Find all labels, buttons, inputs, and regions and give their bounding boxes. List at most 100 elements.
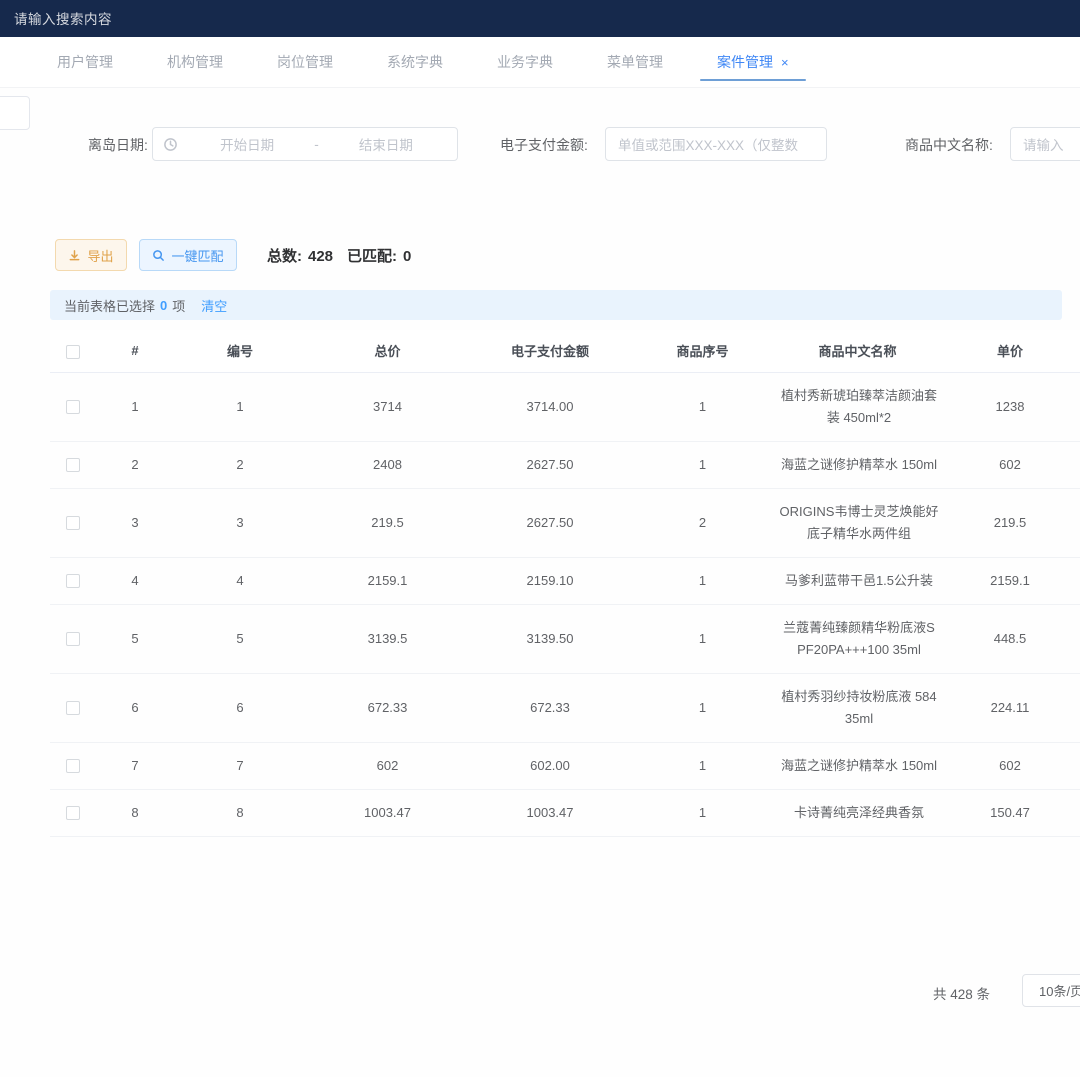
search-icon [152,249,165,262]
table-row: 442159.12159.101马爹利蓝带干邑1.5公升装2159.1 [50,557,1080,604]
epay-amount-label: 电子支付金额: [500,135,588,155]
download-icon [68,249,81,262]
cell-电子支付金额: 3139.50 [470,604,630,673]
clock-icon [163,137,178,152]
data-table-container: #编号总价电子支付金额商品序号商品中文名称单价 1137143714.001植村… [50,330,1080,905]
tab-item-1[interactable]: 机构管理 [140,37,250,87]
table-row: 553139.53139.501兰蔻菁纯臻颜精华粉底液SPF20PA+++100… [50,604,1080,673]
row-select-cell [50,604,95,673]
match-stats: 总数:428已匹配:0 [267,245,425,266]
cell-商品序号: 1 [630,789,775,836]
data-table: #编号总价电子支付金额商品序号商品中文名称单价 1137143714.001植村… [50,330,1080,837]
cell-商品序号: 1 [630,372,775,441]
cell-商品序号: 1 [630,557,775,604]
product-name-text: 海蓝之谜修护精萃水 150ml [779,454,939,476]
filter-row: 离岛日期: 开始日期 - 结束日期 电子支付金额: 单值或范围XXX-XXX（仅… [0,127,1080,161]
tab-label: 菜单管理 [607,52,663,72]
row-checkbox[interactable] [66,759,80,773]
cell-商品序号: 1 [630,673,775,742]
table-row: 66672.33672.331植村秀羽纱持妆粉底液 584 35ml224.11 [50,673,1080,742]
cell-商品序号: 1 [630,604,775,673]
tab-label: 业务字典 [497,52,553,72]
depart-date-label: 离岛日期: [88,135,148,155]
row-select-cell [50,789,95,836]
cell-编号: 5 [175,604,305,673]
clear-selection-link[interactable]: 清空 [201,296,227,315]
cell-#: 4 [95,557,175,604]
tab-label: 案件管理 [717,52,773,72]
cell-编号: 3 [175,488,305,557]
cell-电子支付金额: 2627.50 [470,441,630,488]
tab-item-2[interactable]: 岗位管理 [250,37,360,87]
cell-编号: 8 [175,789,305,836]
row-checkbox[interactable] [66,574,80,588]
pagination-total: 共 428 条 [933,983,990,1003]
tab-label: 机构管理 [167,52,223,72]
cell-单价: 224.11 [940,673,1080,742]
product-name-input[interactable]: 请输入 [1010,127,1080,161]
cell-电子支付金额: 672.33 [470,673,630,742]
global-search-input[interactable]: 请输入搜索内容 [14,8,112,28]
column-header-0: # [95,330,175,372]
tab-item-3[interactable]: 系统字典 [360,37,470,87]
cell-单价: 2159.1 [940,557,1080,604]
selection-suffix: 项 [172,296,185,315]
table-row: 1137143714.001植村秀新琥珀臻萃洁颜油套装 450ml*21238 [50,372,1080,441]
column-header-3: 电子支付金额 [470,330,630,372]
row-checkbox[interactable] [66,458,80,472]
page-size-value: 10条/页 [1039,981,1080,1000]
tab-label: 用户管理 [57,52,113,72]
tab-item-5[interactable]: 菜单管理 [580,37,690,87]
selection-prefix: 当前表格已选择 [64,296,155,315]
table-row: 881003.471003.471卡诗菁纯亮泽经典香氛150.47 [50,789,1080,836]
tab-close-icon[interactable]: × [781,56,789,69]
row-checkbox[interactable] [66,806,80,820]
cell-总价: 602 [305,742,470,789]
table-row: 33219.52627.502ORIGINS韦博士灵芝焕能好底子精华水两件组21… [50,488,1080,557]
cell-单价: 602 [940,441,1080,488]
date-separator: - [308,137,325,152]
start-date-placeholder: 开始日期 [186,134,308,154]
export-button[interactable]: 导出 [55,239,127,271]
cell-商品中文名称: 马爹利蓝带干邑1.5公升装 [775,557,940,604]
tab-item-4[interactable]: 业务字典 [470,37,580,87]
row-checkbox[interactable] [66,516,80,530]
tab-label: 系统字典 [387,52,443,72]
row-checkbox[interactable] [66,632,80,646]
tab-item-6[interactable]: 案件管理 × [690,37,816,87]
row-select-cell [50,488,95,557]
cell-单价: 448.5 [940,604,1080,673]
table-row: 77602602.001海蓝之谜修护精萃水 150ml602 [50,742,1080,789]
case-management-screen: 请输入搜索内容 用户管理 机构管理 岗位管理 系统字典 业务字典 菜单管理 案件管理 × 离岛… [0,0,1080,1077]
cell-#: 6 [95,673,175,742]
select-all-checkbox[interactable] [66,345,80,359]
product-name-placeholder: 请输入 [1023,134,1064,154]
cell-商品序号: 2 [630,488,775,557]
column-header-2: 总价 [305,330,470,372]
pagination-bar: 共 428 条 10条/页 [0,974,1080,1008]
row-select-cell [50,557,95,604]
column-header-1: 编号 [175,330,305,372]
table-toolbar: 导出 一键匹配 总数:428已匹配:0 [0,239,1080,271]
date-range-input[interactable]: 开始日期 - 结束日期 [152,127,458,161]
epay-amount-input[interactable]: 单值或范围XXX-XXX（仅整数 [605,127,827,161]
product-name-label: 商品中文名称: [905,135,993,155]
cell-总价: 1003.47 [305,789,470,836]
page-size-select[interactable]: 10条/页 [1022,974,1080,1007]
cell-电子支付金额: 1003.47 [470,789,630,836]
table-row: 2224082627.501海蓝之谜修护精萃水 150ml602 [50,441,1080,488]
header-select-all-cell [50,330,95,372]
cell-总价: 3714 [305,372,470,441]
cell-编号: 4 [175,557,305,604]
row-checkbox[interactable] [66,400,80,414]
tab-label: 岗位管理 [277,52,333,72]
tab-item-0[interactable]: 用户管理 [30,37,140,87]
row-select-cell [50,673,95,742]
matched-value: 0 [403,248,411,265]
row-checkbox[interactable] [66,701,80,715]
column-header-6: 单价 [940,330,1080,372]
selection-info-bar: 当前表格已选择 0 项 清空 [50,290,1062,320]
one-click-match-button[interactable]: 一键匹配 [139,239,237,271]
row-select-cell [50,372,95,441]
tab-bar: 用户管理 机构管理 岗位管理 系统字典 业务字典 菜单管理 案件管理 × [0,37,1080,88]
